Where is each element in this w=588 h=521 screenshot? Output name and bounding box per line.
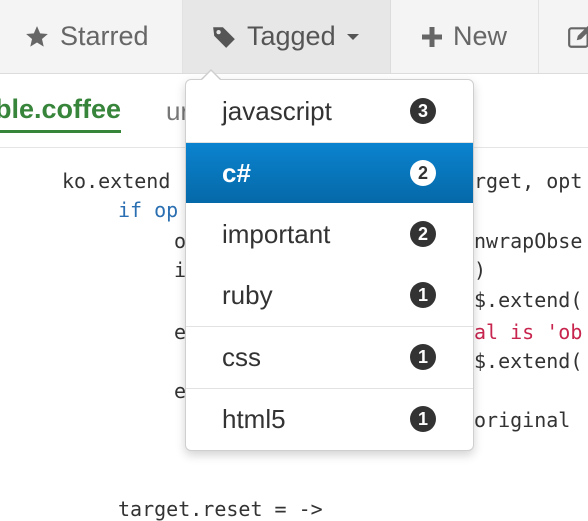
code-line-right: ) bbox=[474, 258, 487, 282]
tag-menu-item[interactable]: html5 1 bbox=[186, 389, 473, 449]
tag-label: ruby bbox=[222, 279, 273, 310]
nav-new-label: New bbox=[453, 21, 508, 51]
tag-menu-item[interactable]: ruby 1 bbox=[186, 265, 473, 325]
code-line-right: $.extend( bbox=[474, 349, 583, 373]
edit-icon bbox=[567, 24, 588, 50]
code-line-right: rget, opt bbox=[474, 169, 583, 193]
plus-icon bbox=[421, 26, 443, 48]
tag-icon bbox=[211, 24, 237, 50]
caret-down-icon bbox=[346, 32, 360, 42]
nav-tagged[interactable]: Tagged bbox=[183, 0, 391, 73]
tag-menu-item-active[interactable]: c# 2 bbox=[186, 143, 473, 203]
code-line: ko.extend bbox=[62, 169, 171, 193]
dropdown-caret-fill bbox=[201, 71, 221, 81]
star-icon bbox=[24, 24, 50, 50]
tag-label: css bbox=[222, 341, 261, 372]
nav-tagged-label: Tagged bbox=[247, 21, 336, 51]
code-line: if op bbox=[118, 198, 179, 222]
tags-dropdown-menu: javascript 3 c# 2 important 2 ruby 1 css… bbox=[185, 79, 474, 451]
tag-label: javascript bbox=[222, 95, 332, 126]
tag-menu-item[interactable]: css 1 bbox=[186, 327, 473, 387]
tag-count-badge: 1 bbox=[409, 406, 436, 432]
tag-count-badge: 1 bbox=[409, 344, 436, 370]
tag-label: important bbox=[222, 218, 331, 249]
code-line: target.reset = -> bbox=[118, 497, 323, 521]
file-name-tab[interactable]: able.coffee bbox=[0, 94, 122, 133]
tag-count-badge: 3 bbox=[409, 98, 436, 124]
tag-count-badge: 2 bbox=[409, 221, 436, 247]
nav-starred[interactable]: Starred bbox=[0, 0, 183, 73]
code-line-right: nwrapObse bbox=[474, 229, 583, 253]
code-line-right: al is 'ob bbox=[474, 320, 583, 344]
tag-count-badge: 1 bbox=[409, 282, 436, 308]
tag-menu-item[interactable]: javascript 3 bbox=[186, 81, 473, 141]
tag-menu-item[interactable]: important 2 bbox=[186, 204, 473, 264]
tag-label: html5 bbox=[222, 403, 286, 434]
code-line-right: $.extend( bbox=[474, 288, 583, 312]
nav-edit[interactable] bbox=[539, 0, 588, 73]
code-line-right: original bbox=[474, 408, 571, 432]
tag-count-badge: 2 bbox=[409, 160, 436, 186]
top-navbar: Starred Tagged New bbox=[0, 0, 588, 74]
nav-new[interactable]: New bbox=[391, 0, 539, 73]
nav-starred-label: Starred bbox=[60, 21, 149, 51]
tag-label: c# bbox=[222, 157, 251, 188]
